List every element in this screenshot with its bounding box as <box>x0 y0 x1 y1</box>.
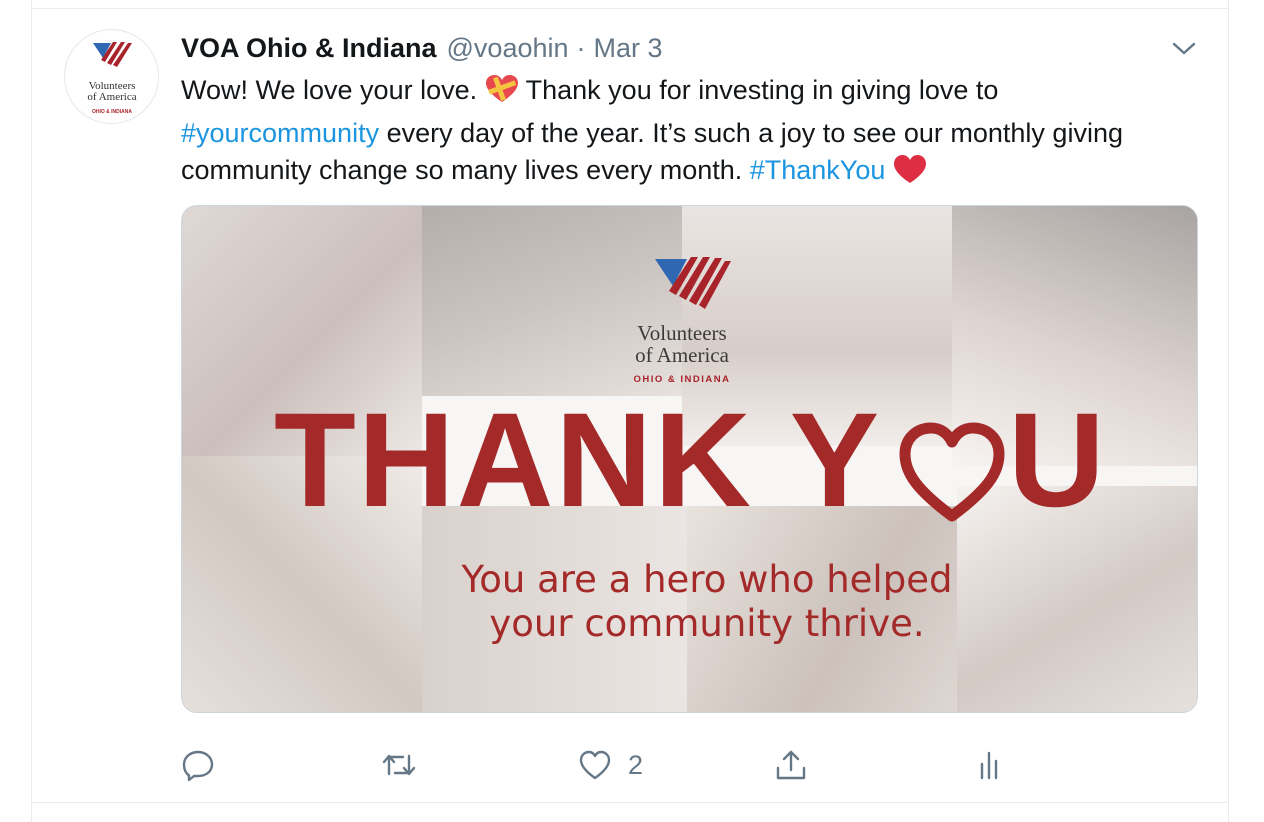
avatar-org-line2: of America <box>87 91 136 103</box>
share-button[interactable] <box>774 740 808 790</box>
avatar[interactable]: Volunteers of America OHIO & INDIANA <box>64 29 159 124</box>
separator-dot: · <box>576 32 586 63</box>
tweet-actions: 2 <box>181 740 1081 790</box>
image-subline-1: You are a hero who helped <box>461 558 953 601</box>
analytics-icon <box>980 751 998 780</box>
retweet-button[interactable] <box>381 740 417 790</box>
image-org-region: OHIO & INDIANA <box>633 374 731 385</box>
heart-ribbon-emoji-icon <box>485 74 519 115</box>
red-heart-emoji-icon <box>893 154 927 195</box>
hashtag-thankyou[interactable]: #ThankYou <box>750 155 886 185</box>
author-name[interactable]: VOA Ohio & Indiana <box>181 33 437 64</box>
tweet-text-part <box>885 155 893 185</box>
tweet-text-part: Wow! We love your love. <box>181 75 485 105</box>
tweet-text-part: Thank you for investing in giving love t… <box>518 75 999 105</box>
tweet-container[interactable]: Volunteers of America OHIO & INDIANA VOA… <box>31 0 1229 822</box>
like-button[interactable]: 2 <box>578 740 643 790</box>
tweet-media-image[interactable]: Volunteers of America OHIO & INDIANA THA… <box>181 205 1198 713</box>
tweet-header: VOA Ohio & Indiana @voaohin · Mar 3 <box>181 30 663 66</box>
image-headline-left: THANK Y <box>274 386 882 535</box>
heart-icon <box>579 750 611 780</box>
hashtag-yourcommunity[interactable]: #yourcommunity <box>181 118 379 148</box>
divider-bottom <box>32 802 1228 803</box>
avatar-region: OHIO & INDIANA <box>92 109 132 115</box>
image-headline-right: U <box>1008 386 1105 535</box>
image-org-line2: of America <box>635 343 729 367</box>
tweet-date[interactable]: Mar 3 <box>594 33 663 64</box>
chevron-down-icon <box>1172 42 1196 55</box>
analytics-button[interactable] <box>976 740 1002 790</box>
voa-logo-icon: Volunteers of America OHIO & INDIANA <box>87 42 137 115</box>
image-org-name: Volunteers of America <box>607 322 757 366</box>
heart-outline-icon <box>899 422 1005 522</box>
retweet-icon <box>382 754 416 776</box>
share-icon <box>776 750 806 780</box>
image-org-line1: Volunteers <box>637 321 727 345</box>
reply-icon <box>182 750 214 782</box>
reply-button[interactable] <box>181 740 215 790</box>
image-subline: You are a hero who helped your community… <box>382 558 1032 646</box>
like-count: 2 <box>628 749 644 780</box>
more-options-button[interactable] <box>1170 34 1198 62</box>
tweet-text: Wow! We love your love. Thank you for in… <box>181 72 1201 195</box>
image-subline-2: your community thrive. <box>489 602 925 645</box>
divider-top <box>32 8 1228 9</box>
author-handle[interactable]: @voaohin <box>447 33 569 64</box>
